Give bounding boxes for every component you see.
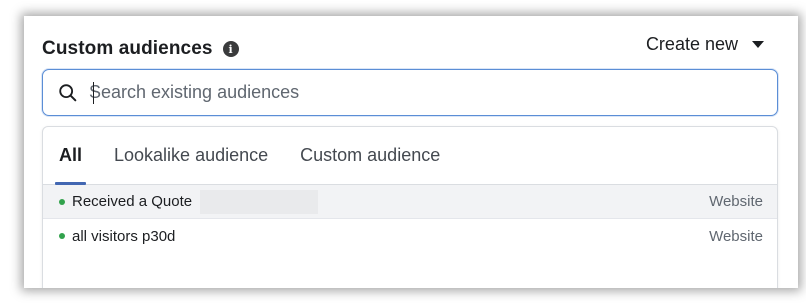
- audience-tabs: All Lookalike audience Custom audience: [43, 127, 777, 185]
- search-box[interactable]: [42, 69, 778, 116]
- info-icon[interactable]: i: [222, 41, 239, 57]
- create-new-button[interactable]: Create new: [646, 34, 764, 55]
- custom-audiences-panel: Custom audiences i Create new All Lookal…: [24, 16, 798, 288]
- create-new-label: Create new: [645, 34, 738, 54]
- caret-down-icon: [752, 41, 764, 48]
- audience-source: Website: [709, 227, 763, 245]
- search-icon: [59, 83, 77, 101]
- tab-custom-audience[interactable]: Custom audience: [284, 127, 456, 184]
- tab-all[interactable]: All: [43, 127, 98, 185]
- redacted-region: [200, 189, 319, 214]
- audience-row[interactable]: Received a Quote Website: [43, 185, 777, 219]
- search-input[interactable]: [89, 82, 749, 103]
- audience-name: all visitors p30d: [72, 227, 176, 245]
- audience-dropdown: All Lookalike audience Custom audience R…: [42, 126, 778, 288]
- panel-title: Custom audiences: [42, 38, 213, 59]
- audience-name: Received a Quote: [72, 193, 193, 210]
- audience-row[interactable]: all visitors p30d Website: [43, 219, 777, 253]
- audience-source: Website: [709, 193, 763, 210]
- status-dot-icon: [59, 198, 65, 205]
- text-cursor: [93, 82, 94, 104]
- status-dot-icon: [59, 233, 65, 239]
- panel-header: Custom audiences i: [42, 38, 239, 60]
- tab-lookalike-audience[interactable]: Lookalike audience: [98, 127, 284, 184]
